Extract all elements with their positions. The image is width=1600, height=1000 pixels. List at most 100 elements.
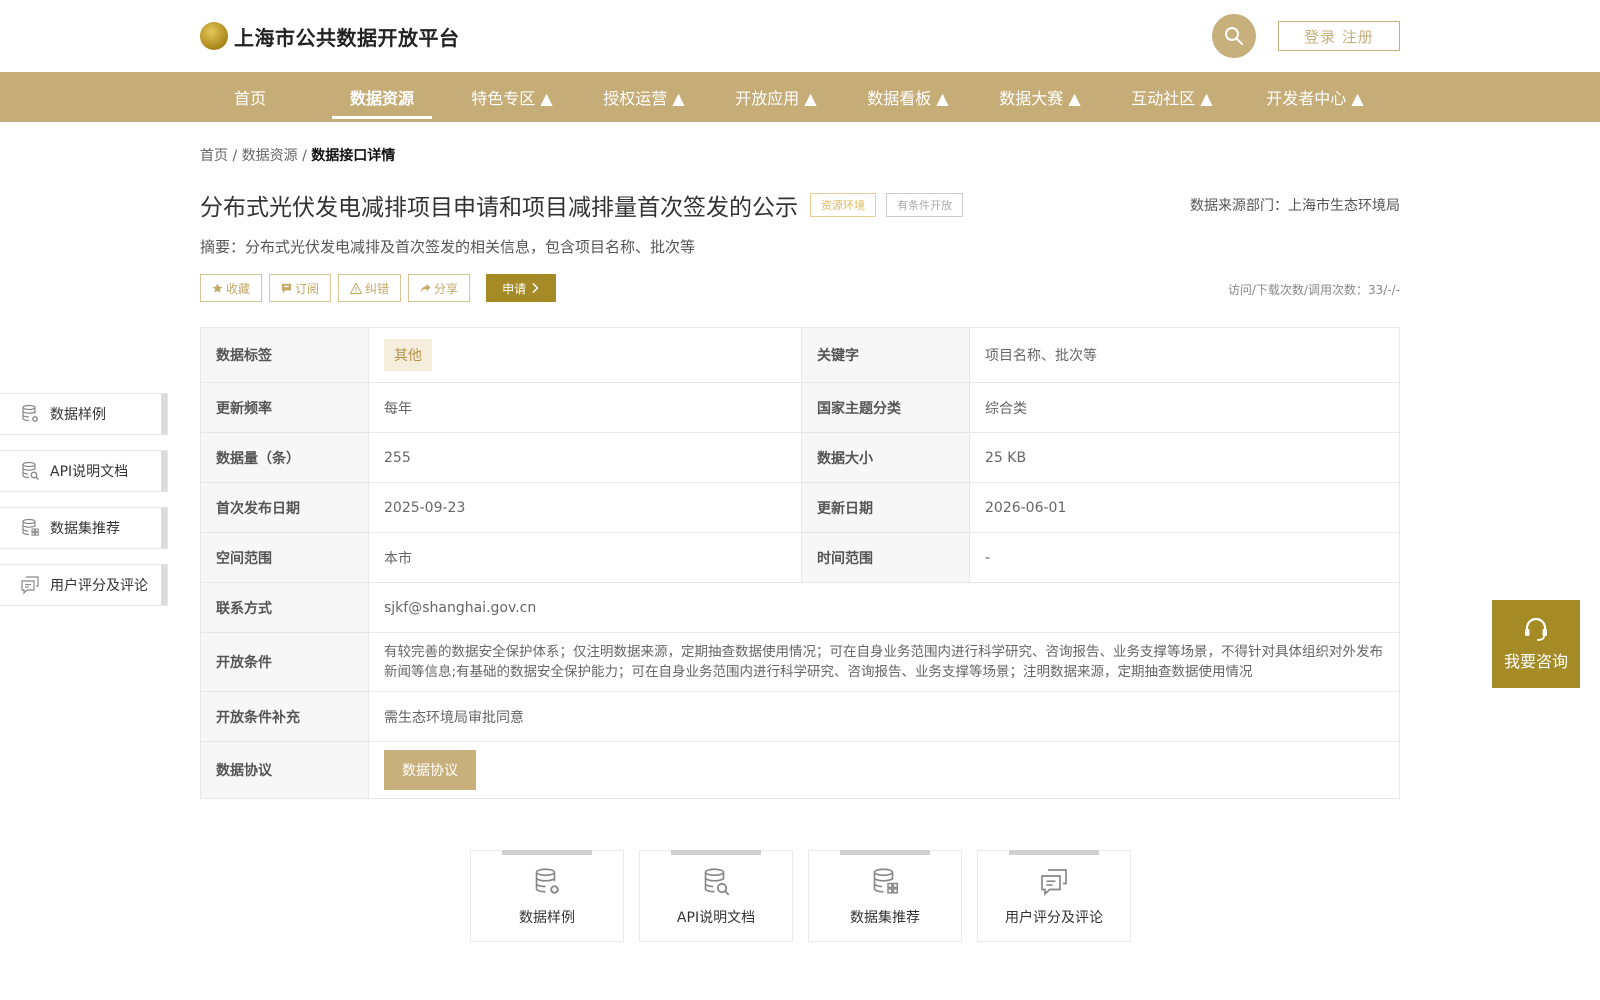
data-size-label: 数据大小 — [802, 433, 970, 482]
data-agreement-button[interactable]: 数据协议 — [384, 750, 476, 790]
report-error-button[interactable]: 纠错 — [338, 274, 402, 302]
open-condition-extra-value: 需生态环境局审批同意 — [384, 709, 524, 726]
side-nav-label: 用户评分及评论 — [50, 578, 148, 594]
spatial-scope-label: 空间范围 — [201, 533, 369, 582]
first-publish-date-value: 2025-09-23 — [369, 483, 802, 532]
table-row: 更新频率 每年 国家主题分类 综合类 — [201, 383, 1399, 433]
record-count-value: 255 — [369, 433, 802, 482]
time-scope-label: 时间范围 — [802, 533, 970, 582]
table-row: 开放条件补充 需生态环境局审批同意 — [201, 692, 1399, 742]
side-nav-data-sample[interactable]: 数据样例 — [0, 393, 168, 435]
contact-email[interactable]: sjkf@shanghai.gov.cn — [369, 583, 1399, 632]
breadcrumb-current: 数据接口详情 — [311, 148, 396, 164]
comment-icon — [1041, 869, 1067, 896]
site-header: 上海市公共数据开放平台 登录 注册 — [0, 0, 1600, 72]
tags-label: 数据标签 — [201, 328, 369, 382]
star-icon — [212, 282, 223, 293]
update-frequency-value: 每年 — [369, 383, 802, 432]
share-button[interactable]: 分享 — [408, 274, 471, 302]
update-date-label: 更新日期 — [802, 483, 970, 532]
nav-item-open-apps[interactable]: 开放应用 ▲ — [726, 72, 826, 122]
action-bar: 收藏 订阅 纠错 分享 申请 — [200, 274, 557, 302]
database-search-icon — [704, 868, 730, 896]
data-tag-other[interactable]: 其他 — [384, 339, 432, 371]
open-condition-label: 开放条件 — [201, 633, 369, 691]
main-nav: 首页 数据资源 特色专区 ▲ 授权运营 ▲ 开放应用 ▲ 数据看板 ▲ 数据大赛… — [0, 72, 1600, 122]
nav-item-data-dashboard[interactable]: 数据看板 ▲ — [858, 72, 958, 122]
keywords-label: 关键字 — [802, 328, 970, 382]
chevron-right-icon — [532, 282, 539, 294]
nav-item-developer-center[interactable]: 开发者中心 ▲ — [1255, 72, 1375, 122]
open-type-tag: 有条件开放 — [886, 193, 963, 217]
data-size-value: 25 KB — [985, 449, 1027, 466]
database-grid-icon — [22, 518, 39, 536]
source-department: 数据来源部门：上海市生态环境局 — [1190, 198, 1400, 214]
bottom-card-api-doc[interactable]: API说明文档 — [639, 850, 793, 942]
theme-category-label: 国家主题分类 — [802, 383, 970, 432]
table-row: 开放条件 有较完善的数据安全保护体系；仅注明数据来源，定期抽查数据使用情况；可在… — [201, 633, 1399, 692]
side-nav-ratings-comments[interactable]: 用户评分及评论 — [0, 564, 168, 606]
record-count-label: 数据量（条） — [201, 433, 369, 482]
table-row: 首次发布日期 2025-09-23 更新日期 2026-06-01 — [201, 483, 1399, 533]
agreement-label: 数据协议 — [201, 742, 369, 798]
report-error-label: 纠错 — [365, 281, 390, 296]
breadcrumb-home[interactable]: 首页 — [200, 148, 228, 164]
table-row: 数据协议 数据协议 — [201, 742, 1399, 798]
tags-value-cell: 其他 — [369, 328, 802, 382]
time-scope-value: - — [985, 549, 991, 566]
table-row: 数据标签 其他 关键字 项目名称、批次等 — [201, 328, 1399, 383]
consult-label: 我要咨询 — [1503, 652, 1568, 671]
open-condition-extra-label: 开放条件补充 — [201, 692, 369, 741]
side-nav-api-doc[interactable]: API说明文档 — [0, 450, 168, 492]
database-search-icon — [22, 461, 39, 480]
share-icon — [420, 283, 431, 293]
nav-item-community[interactable]: 互动社区 ▲ — [1122, 72, 1222, 122]
apply-label: 申请 — [502, 281, 527, 296]
apply-button[interactable]: 申请 — [486, 274, 557, 302]
site-logo[interactable]: 上海市公共数据开放平台 — [200, 20, 460, 52]
table-row: 空间范围 本市 时间范围 - — [201, 533, 1399, 583]
side-nav-label: API说明文档 — [50, 464, 129, 480]
dataset-info-table: 数据标签 其他 关键字 项目名称、批次等 更新频率 每年 国家主题分类 综合类 … — [200, 327, 1400, 799]
favorite-button[interactable]: 收藏 — [200, 274, 263, 302]
contact-label: 联系方式 — [201, 583, 369, 632]
breadcrumb-separator: / — [228, 148, 242, 164]
site-title: 上海市公共数据开放平台 — [234, 25, 460, 50]
bottom-card-label: 数据集推荐 — [850, 910, 920, 926]
nav-item-home[interactable]: 首页 — [205, 72, 295, 122]
table-row: 联系方式 sjkf@shanghai.gov.cn — [201, 583, 1399, 633]
breadcrumb-data-resources[interactable]: 数据资源 — [242, 148, 298, 164]
subscribe-icon — [281, 283, 292, 293]
table-row: 数据量（条） 255 数据大小 25 KB — [201, 433, 1399, 483]
bottom-card-label: API说明文档 — [676, 910, 756, 926]
headset-icon — [1525, 617, 1547, 641]
favorite-label: 收藏 — [226, 281, 251, 296]
nav-item-data-contest[interactable]: 数据大赛 ▲ — [990, 72, 1090, 122]
visit-counts: 访问/下载次数/调用次数：33/-/- — [1227, 283, 1400, 297]
side-nav-dataset-recommend[interactable]: 数据集推荐 — [0, 507, 168, 549]
logo-emblem-icon — [200, 22, 228, 50]
nav-item-special-zone[interactable]: 特色专区 ▲ — [462, 72, 562, 122]
theme-category-value: 综合类 — [985, 400, 1027, 417]
database-grid-icon — [873, 868, 899, 894]
agreement-cell: 数据协议 — [369, 742, 1399, 798]
bottom-card-data-sample[interactable]: 数据样例 — [470, 850, 624, 942]
nav-item-authorized-operation[interactable]: 授权运营 ▲ — [594, 72, 694, 122]
update-frequency-label: 更新频率 — [201, 383, 369, 432]
consult-button[interactable]: 我要咨询 — [1492, 600, 1580, 688]
nav-item-data-resources[interactable]: 数据资源 — [332, 72, 432, 122]
bottom-card-dataset-recommend[interactable]: 数据集推荐 — [808, 850, 962, 942]
warning-icon — [350, 282, 363, 294]
bottom-card-ratings-comments[interactable]: 用户评分及评论 — [977, 850, 1131, 942]
comment-icon — [21, 576, 39, 595]
bottom-card-label: 用户评分及评论 — [1005, 910, 1103, 926]
spatial-scope-value: 本市 — [369, 533, 802, 582]
search-button[interactable] — [1212, 14, 1256, 58]
database-gear-icon — [22, 404, 38, 422]
page-title: 分布式光伏发电减排项目申请和项目减排量首次签发的公示 — [200, 195, 798, 221]
keywords-value: 项目名称、批次等 — [985, 348, 1097, 364]
login-register-button[interactable]: 登录 注册 — [1278, 21, 1400, 51]
side-nav-label: 数据样例 — [50, 407, 106, 423]
breadcrumb-separator: / — [297, 148, 312, 164]
subscribe-button[interactable]: 订阅 — [269, 274, 332, 302]
